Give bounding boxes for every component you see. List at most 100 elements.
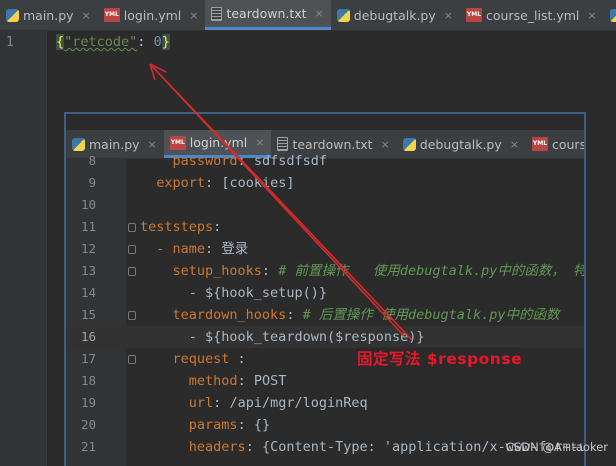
json-value: 0 bbox=[153, 34, 162, 50]
close-icon[interactable]: × bbox=[189, 9, 198, 22]
python-file-icon bbox=[6, 8, 19, 22]
yaml-key: url bbox=[188, 395, 214, 411]
code-text: url: /api/mgr/loginReq bbox=[140, 392, 368, 414]
open-brace: { bbox=[56, 34, 65, 50]
code-line[interactable]: 10 bbox=[66, 194, 584, 216]
code-text: setup_hooks: # 前置操作 使用debugtalk.py中的函数， … bbox=[140, 260, 586, 282]
watermark: CSDN @A~taoker bbox=[505, 440, 608, 454]
line-number: 18 bbox=[80, 373, 96, 388]
yaml-value: sdfsdfsdf bbox=[253, 153, 327, 169]
line-number: 20 bbox=[80, 417, 96, 432]
code-text: params: {} bbox=[140, 414, 270, 436]
tab-co[interactable]: co bbox=[604, 0, 616, 30]
yaml-key: method bbox=[188, 373, 238, 389]
yaml-key: request bbox=[172, 351, 230, 367]
close-icon[interactable]: × bbox=[82, 9, 91, 22]
line-number: 17 bbox=[80, 351, 96, 366]
yaml-separator: : bbox=[205, 175, 222, 191]
annotation-label: 固定写法 $response bbox=[357, 347, 523, 369]
code-line[interactable]: 13 setup_hooks: # 前置操作 使用debugtalk.py中的函… bbox=[66, 260, 586, 282]
python-file-icon bbox=[336, 8, 350, 22]
yaml-value: - ${hook_setup()} bbox=[188, 285, 327, 301]
tab-label: login.yml bbox=[123, 7, 182, 23]
close-icon[interactable]: × bbox=[444, 9, 453, 22]
close-icon[interactable]: × bbox=[148, 138, 157, 151]
close-icon[interactable]: × bbox=[510, 138, 519, 151]
code-line[interactable]: 19 url: /api/mgr/loginReq bbox=[66, 392, 584, 414]
fold-marker-icon[interactable] bbox=[128, 245, 136, 254]
code-line[interactable]: 12 - name: 登录 bbox=[66, 238, 584, 260]
line-number: 16 bbox=[80, 329, 96, 344]
close-icon[interactable]: × bbox=[255, 136, 264, 149]
yaml-separator: : bbox=[237, 417, 254, 433]
yaml-key: teststeps bbox=[140, 219, 214, 235]
line-number: 14 bbox=[80, 285, 96, 300]
yaml-separator: : bbox=[261, 263, 279, 279]
yaml-comment: # 后置操作 使用debugtalk.py中的函数 bbox=[302, 307, 560, 323]
json-key: "retcode" bbox=[64, 34, 138, 50]
code-line-1[interactable]: {"retcode": 0} bbox=[56, 34, 170, 50]
yaml-separator: : bbox=[205, 241, 222, 257]
tab-label: teardown.txt bbox=[226, 6, 307, 21]
line-number: 10 bbox=[80, 197, 96, 212]
python-file-icon bbox=[402, 137, 416, 151]
line-number: 11 bbox=[80, 219, 96, 234]
yaml-file-icon: YML bbox=[169, 135, 186, 150]
yaml-separator: : bbox=[213, 395, 230, 411]
code-text: request : bbox=[140, 348, 246, 370]
fold-marker-icon[interactable] bbox=[128, 355, 136, 364]
tab-label: main.py bbox=[23, 7, 74, 23]
yaml-file-icon: YML bbox=[465, 8, 482, 22]
close-icon[interactable]: × bbox=[315, 7, 324, 20]
code-text: teststeps: bbox=[140, 216, 221, 238]
tab-debugtalk-py[interactable]: debugtalk.py × bbox=[331, 0, 460, 30]
code-line[interactable]: 11 teststeps: bbox=[66, 216, 584, 238]
code-line[interactable]: 18 method: POST bbox=[66, 370, 584, 392]
tab-main-py[interactable]: main.py × bbox=[0, 0, 98, 30]
text-file-icon bbox=[277, 137, 289, 151]
code-line[interactable]: 9 export: [cookies] bbox=[66, 172, 584, 194]
code-text: export: [cookies] bbox=[140, 172, 294, 194]
fold-marker-icon[interactable] bbox=[128, 267, 136, 276]
text-file-icon bbox=[211, 6, 223, 21]
yaml-value: {} bbox=[253, 417, 271, 433]
tab-label: login.yml bbox=[189, 135, 248, 150]
line-number: 8 bbox=[88, 153, 96, 168]
python-file-icon bbox=[609, 8, 616, 22]
yaml-separator: : bbox=[237, 373, 254, 389]
code-line[interactable]: 20 params: {} bbox=[66, 414, 584, 436]
code-line[interactable]: 8 password: sdfsdfsdf bbox=[66, 150, 584, 172]
yaml-file-icon: YML bbox=[531, 137, 548, 151]
line-number: 15 bbox=[80, 307, 96, 322]
close-icon[interactable]: × bbox=[381, 138, 390, 151]
python-file-icon bbox=[72, 137, 85, 151]
yaml-separator: : bbox=[213, 219, 222, 235]
close-brace: } bbox=[161, 34, 170, 50]
yaml-key: password bbox=[172, 153, 238, 169]
code-line[interactable]: 15 teardown_hooks: # 后置操作 使用debugtalk.py… bbox=[66, 304, 584, 326]
tab-teardown-txt[interactable]: teardown.txt × bbox=[205, 0, 331, 30]
yaml-separator: : bbox=[237, 153, 254, 169]
yaml-key: setup_hooks bbox=[172, 263, 262, 279]
code-text: - ${hook_teardown($response)} bbox=[140, 326, 425, 348]
yaml-value: 登录 bbox=[221, 241, 249, 257]
tab-login-yml[interactable]: YML login.yml × bbox=[98, 0, 206, 30]
code-text: password: sdfsdfsdf bbox=[140, 150, 327, 172]
arrow-head-right bbox=[149, 63, 167, 73]
code-line[interactable]: 16 - ${hook_teardown($response)} bbox=[66, 326, 584, 348]
line-number: 21 bbox=[80, 439, 96, 454]
yaml-comment: # 前置操作 使用debugtalk.py中的函数， 特殊 bbox=[278, 263, 586, 279]
fold-marker-icon[interactable] bbox=[128, 223, 136, 232]
fold-marker-icon[interactable] bbox=[128, 311, 136, 320]
tab-course-list-yml[interactable]: YML course_list.yml × bbox=[460, 0, 604, 30]
code-line[interactable]: 14 - ${hook_setup()} bbox=[66, 282, 584, 304]
close-icon[interactable]: × bbox=[587, 9, 596, 22]
yaml-separator: : bbox=[245, 439, 262, 455]
